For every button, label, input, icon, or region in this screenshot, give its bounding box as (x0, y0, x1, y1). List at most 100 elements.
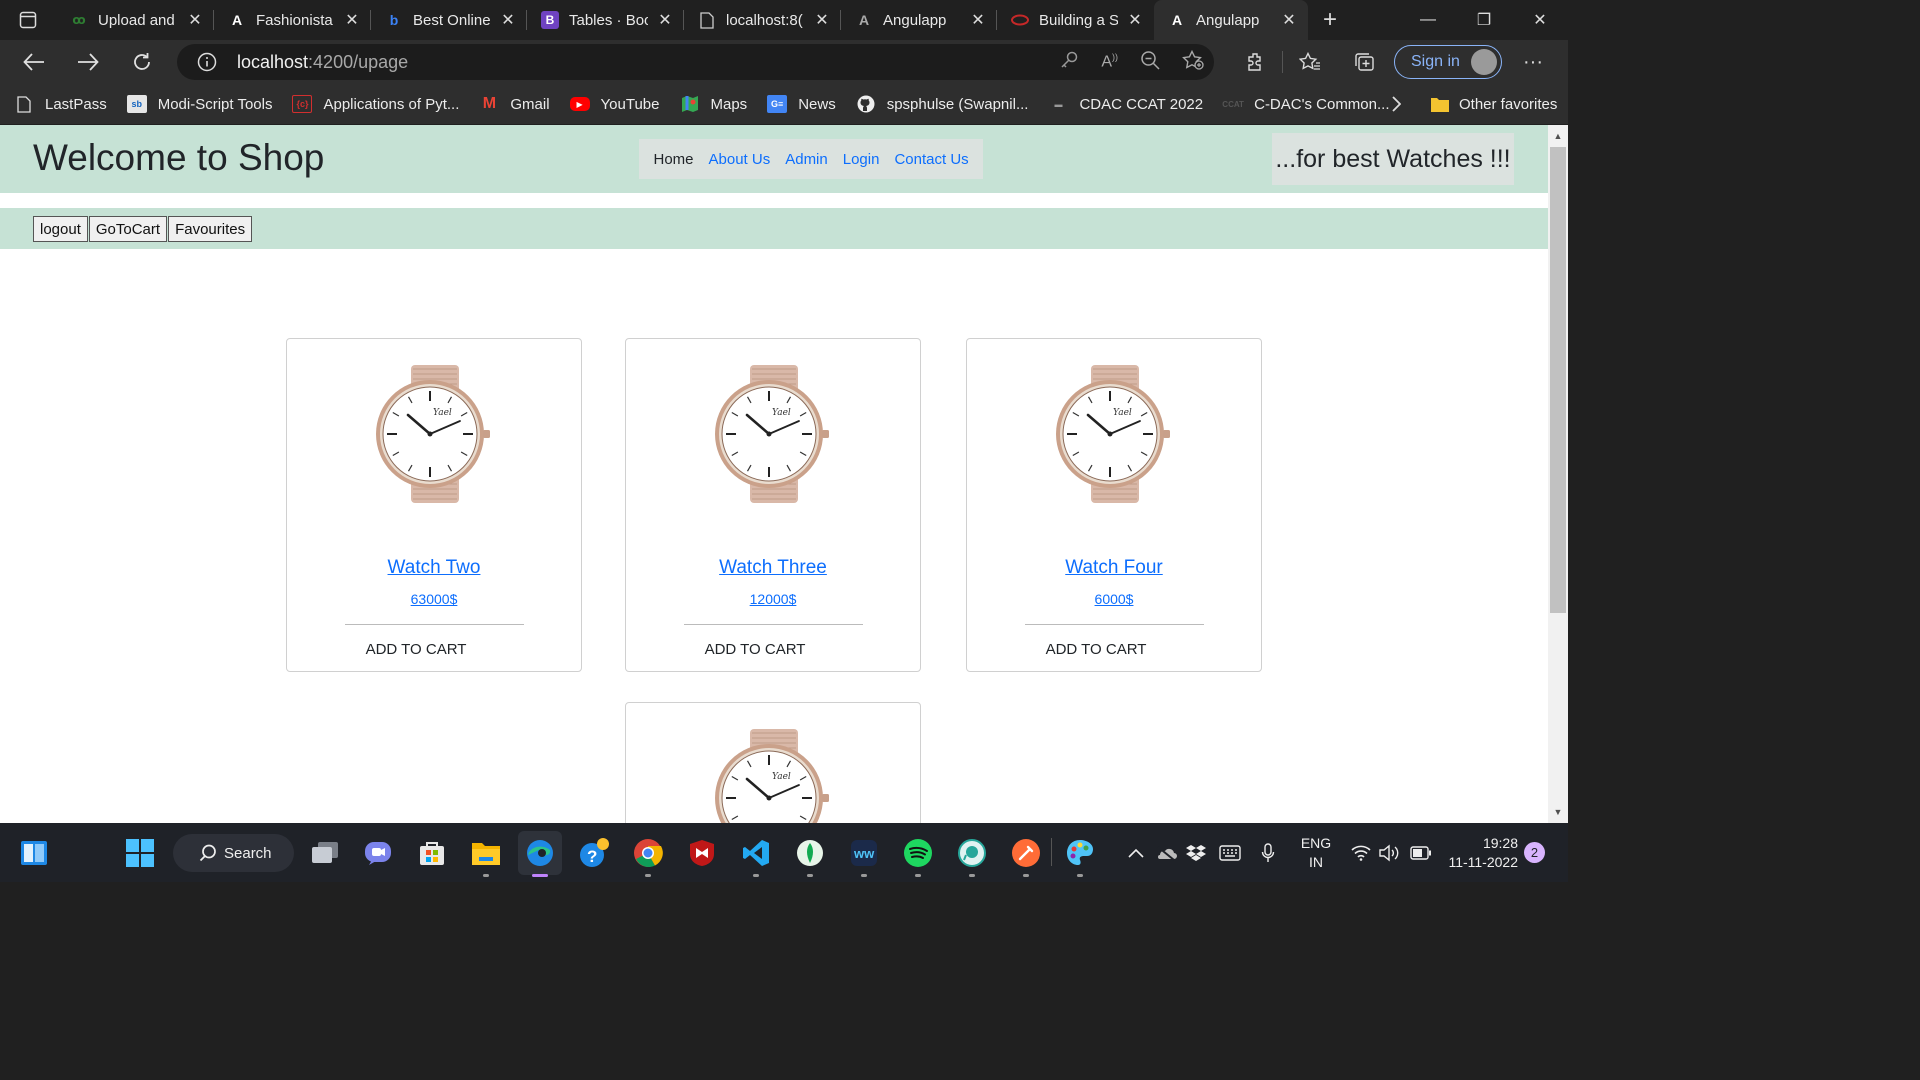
teams-chat-icon[interactable] (356, 831, 400, 875)
address-bar[interactable]: localhost:4200/upage A)) (177, 44, 1214, 80)
add-favorite-icon[interactable] (1182, 49, 1204, 75)
favourites-button[interactable]: Favourites (168, 216, 253, 242)
refresh-button[interactable] (115, 40, 169, 84)
task-view-icon[interactable] (303, 831, 347, 875)
sign-in-button[interactable]: Sign in (1394, 45, 1502, 79)
nav-contact[interactable]: Contact Us (887, 151, 976, 168)
forward-button[interactable] (61, 40, 115, 84)
nav-home[interactable]: Home (646, 151, 701, 168)
browser-tab[interactable]: A Fashionista ✕ (214, 0, 371, 40)
system-clock[interactable]: 19:28 11-11-2022 (1444, 834, 1518, 872)
input-language-indicator[interactable]: ENG IN (1296, 834, 1336, 872)
product-price-link[interactable]: 6000$ (967, 591, 1261, 607)
close-tab-icon[interactable]: ✕ (1280, 10, 1298, 30)
edge-browser-icon[interactable] (518, 831, 562, 877)
bookmark-item[interactable]: G≡ News (767, 95, 836, 113)
close-window-icon[interactable]: ✕ (1512, 0, 1568, 40)
browser-tab[interactable]: localhost:8( ✕ (684, 0, 841, 40)
browser-tab[interactable]: Building a S ✕ (997, 0, 1154, 40)
user-action-bar: logout GoToCart Favourites (0, 208, 1548, 249)
start-button-icon[interactable] (118, 831, 162, 875)
close-tab-icon[interactable]: ✕ (186, 10, 204, 30)
browser-tab-active[interactable]: A Angulapp ✕ (1154, 0, 1308, 40)
paint-icon[interactable] (1058, 831, 1102, 877)
go-to-cart-button[interactable]: GoToCart (88, 216, 168, 242)
microphone-icon[interactable] (1261, 823, 1275, 882)
favorites-icon[interactable] (1283, 52, 1337, 72)
browser-tab[interactable]: B Tables · Boo ✕ (527, 0, 684, 40)
bookmark-item[interactable]: LastPass (14, 95, 107, 113)
browser-tab[interactable]: b Best Online ✕ (371, 0, 527, 40)
close-tab-icon[interactable]: ✕ (1126, 10, 1144, 30)
restore-icon[interactable]: ❐ (1456, 0, 1512, 40)
back-button[interactable] (7, 40, 61, 84)
tab-actions-menu[interactable] (0, 0, 56, 40)
bookmarks-overflow-chevron-icon[interactable] (1384, 84, 1408, 124)
scroll-down-arrow-icon[interactable]: ▼ (1548, 803, 1568, 821)
other-favorites[interactable]: Other favorites (1430, 84, 1557, 124)
close-tab-icon[interactable]: ✕ (813, 10, 831, 30)
nav-admin[interactable]: Admin (778, 151, 836, 168)
whatsapp-icon[interactable] (950, 831, 994, 877)
widgets-icon[interactable] (12, 831, 56, 875)
more-menu-icon[interactable]: ··· (1510, 40, 1556, 84)
close-tab-icon[interactable]: ✕ (656, 10, 674, 30)
microsoft-store-icon[interactable] (410, 831, 454, 875)
battery-icon[interactable] (1410, 823, 1432, 882)
add-to-cart-button[interactable]: ADD TO CART (967, 641, 1225, 658)
bookmark-item[interactable]: M Gmail (479, 95, 550, 113)
onedrive-cloud-icon[interactable] (1155, 823, 1177, 882)
page-scrollbar[interactable]: ▲ ▼ (1548, 125, 1568, 823)
vscode-icon[interactable] (734, 831, 778, 877)
nav-login[interactable]: Login (835, 151, 887, 168)
keyboard-icon[interactable] (1219, 823, 1241, 882)
mcafee-icon[interactable] (680, 831, 724, 875)
site-info-icon[interactable] (177, 52, 237, 72)
close-tab-icon[interactable]: ✕ (499, 10, 517, 30)
product-name-link[interactable]: Watch Two (287, 557, 581, 579)
postman-icon[interactable] (1004, 831, 1048, 877)
new-tab-button[interactable]: + (1308, 6, 1352, 34)
product-name-link[interactable]: Watch Four (967, 557, 1261, 579)
product-price-link[interactable]: 63000$ (287, 591, 581, 607)
bookmark-item[interactable]: ▬ CDAC CCAT 2022 (1048, 95, 1203, 113)
scroll-up-arrow-icon[interactable]: ▲ (1548, 127, 1568, 145)
browser-tab[interactable]: ꝏ Upload and ✕ (56, 0, 214, 40)
nav-about[interactable]: About Us (701, 151, 778, 168)
key-icon[interactable] (1059, 50, 1079, 75)
product-price-link[interactable]: 12000$ (626, 591, 920, 607)
close-tab-icon[interactable]: ✕ (343, 10, 361, 30)
notification-badge[interactable]: 2 (1524, 842, 1545, 863)
bookmark-item[interactable]: sb Modi-Script Tools (126, 95, 272, 113)
add-to-cart-button[interactable]: ADD TO CART (287, 641, 545, 658)
bookmark-item[interactable]: Maps (680, 95, 747, 113)
scrollbar-thumb[interactable] (1550, 147, 1566, 613)
bookmark-item[interactable]: {c} Applications of Pyt... (292, 95, 459, 113)
spotify-icon[interactable] (896, 831, 940, 877)
gmail-icon: M (482, 95, 497, 112)
close-tab-icon[interactable]: ✕ (969, 10, 987, 30)
add-to-cart-button[interactable]: ADD TO CART (626, 641, 884, 658)
volume-icon[interactable] (1379, 823, 1401, 882)
wifi-icon[interactable] (1351, 823, 1371, 882)
tray-overflow-chevron-icon[interactable] (1128, 823, 1144, 882)
read-aloud-icon[interactable]: A)) (1101, 52, 1118, 71)
extensions-icon[interactable] (1228, 52, 1282, 72)
taskbar-search[interactable]: Search (173, 834, 294, 872)
chrome-icon[interactable] (626, 831, 670, 877)
minimize-icon[interactable]: — (1400, 0, 1456, 40)
mongodb-compass-icon[interactable] (788, 831, 832, 877)
collections-icon[interactable] (1337, 52, 1391, 72)
browser-tab[interactable]: A Angulapp ✕ (841, 0, 997, 40)
webex-icon[interactable]: ww (842, 831, 886, 877)
product-name-link[interactable]: Watch Three (626, 557, 920, 579)
url-path: :4200/upage (308, 51, 409, 72)
dropbox-icon[interactable] (1186, 823, 1206, 882)
bookmark-item[interactable]: ▶ YouTube (569, 96, 660, 113)
bookmark-item[interactable]: spsphulse (Swapnil... (856, 95, 1028, 113)
file-explorer-icon[interactable] (464, 831, 508, 877)
zoom-out-icon[interactable] (1140, 50, 1160, 75)
help-app-icon[interactable]: ? (572, 831, 616, 875)
bookmark-item[interactable]: CCAT C-DAC's Common... (1222, 95, 1389, 113)
logout-button[interactable]: logout (33, 216, 88, 242)
